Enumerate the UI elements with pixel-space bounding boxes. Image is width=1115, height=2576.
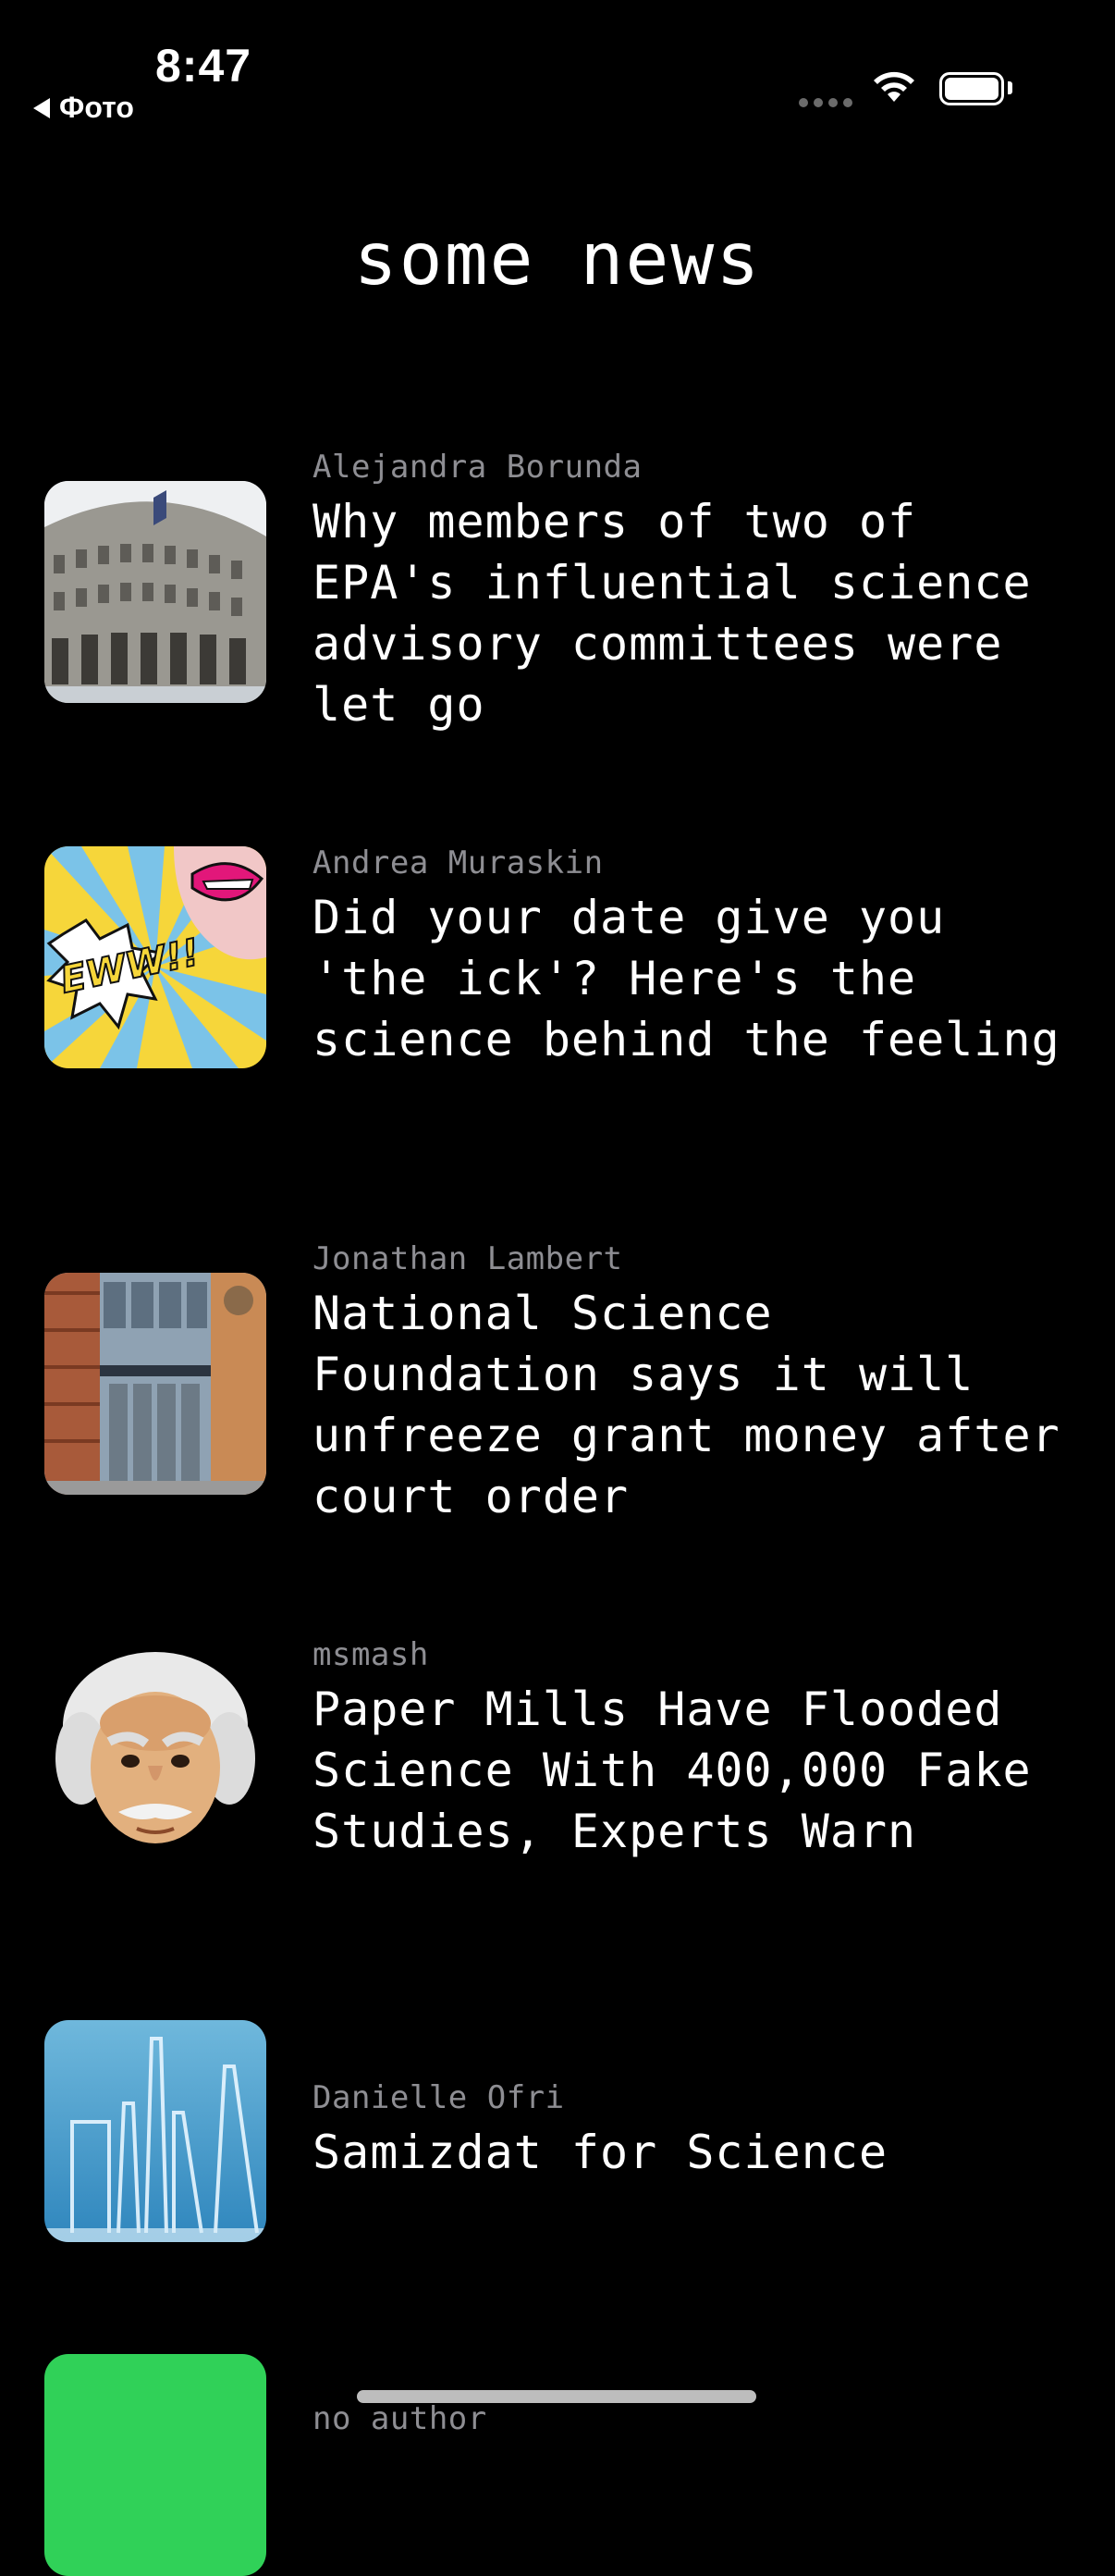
list-item[interactable]: no author [44,2354,1071,2576]
article-headline: Did your date give you 'the ick'? Here's… [312,891,1060,1066]
list-item[interactable]: Alejandra Borunda Why members of two of … [44,449,1071,735]
list-item[interactable]: Danielle Ofri Samizdat for Science [44,2020,1071,2242]
list-item[interactable]: Jonathan Lambert National Science Founda… [44,1240,1071,1527]
status-bar: 8:47 Фото [0,0,1115,139]
list-item[interactable]: msmash Paper Mills Have Flooded Science … [44,1636,1071,1862]
article-headline: Paper Mills Have Flooded Science With 40… [312,1682,1032,1858]
article-author: Andrea Muraskin [312,844,604,881]
article-author: Danielle Ofri [312,2079,565,2116]
wifi-icon [874,71,914,102]
article-author: no author [312,2400,487,2437]
home-indicator[interactable] [357,2390,756,2403]
article-author: Jonathan Lambert [312,1240,623,1277]
status-time: 8:47 [155,40,252,92]
battery-icon [939,72,1004,105]
article-headline: National Science Foundation says it will… [312,1287,1060,1523]
article-thumbnail [44,1273,266,1495]
article-thumbnail: EWW!! [44,846,266,1068]
article-thumbnail [44,1638,266,1860]
einstein-emoji-icon [55,1652,255,1843]
article-thumbnail [44,481,266,703]
article-headline: Why members of two of EPA's influential … [312,495,1032,732]
battery-cap [1008,81,1012,94]
article-thumbnail [44,2020,266,2242]
page-title: some news [353,218,762,302]
signal-dots-icon [799,98,852,107]
article-thumbnail [44,2354,266,2576]
back-to-photos-button[interactable]: Фото [33,91,134,125]
back-arrow-icon [33,97,50,118]
list-item[interactable]: EWW!! Andrea Muraskin Did your date give… [44,844,1071,1070]
back-label: Фото [59,91,134,124]
article-author: Alejandra Borunda [312,449,643,486]
article-author: msmash [312,1636,429,1673]
article-headline: Samizdat for Science [312,2126,888,2179]
